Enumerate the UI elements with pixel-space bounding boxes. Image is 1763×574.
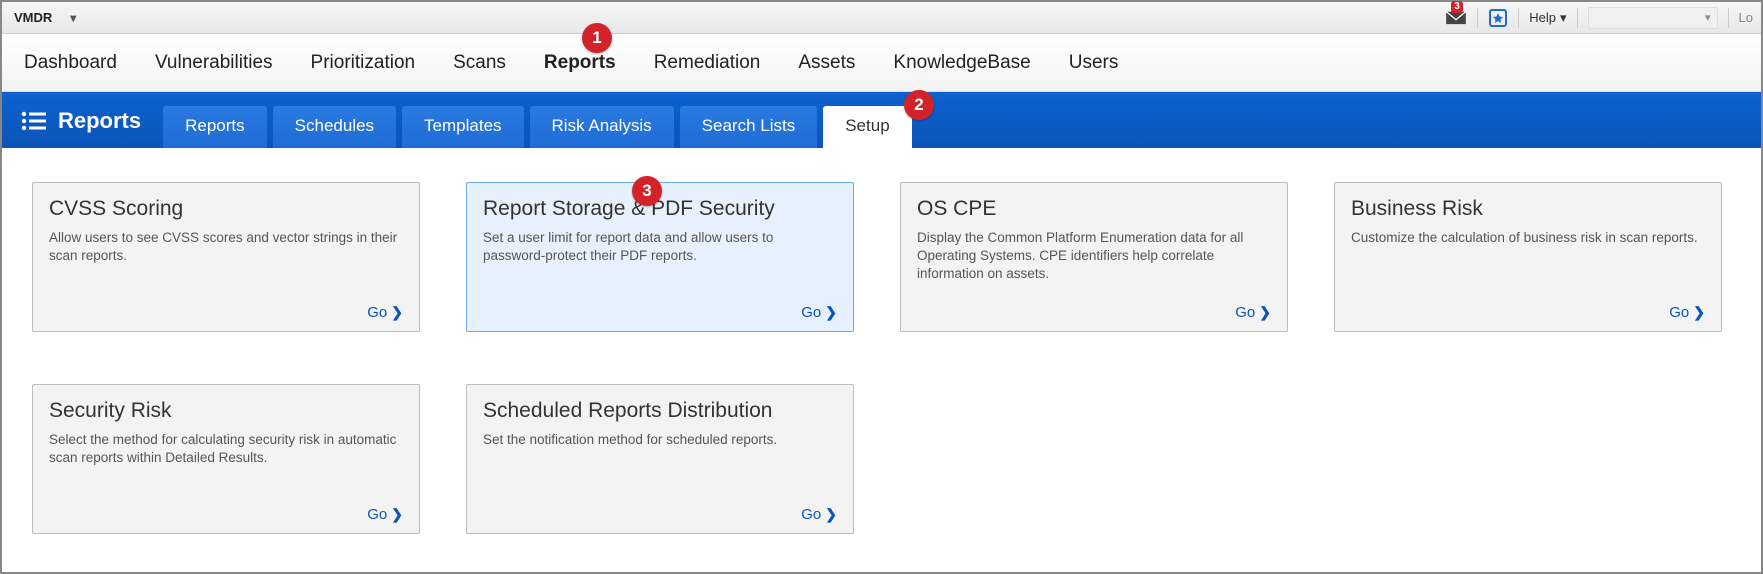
chevron-right-icon: ❯ — [825, 304, 837, 321]
tab-search-lists[interactable]: Search Lists — [680, 106, 818, 148]
tab-risk-analysis[interactable]: Risk Analysis — [530, 106, 674, 148]
card-title: Security Risk — [49, 399, 403, 423]
top-bar: VMDR ▾ 3 Help ▾ ▾ Lo — [2, 2, 1761, 34]
card-desc: Customize the calculation of business ri… — [1351, 229, 1705, 296]
nav-remediation[interactable]: Remediation — [654, 52, 761, 74]
card-cvss-scoring: CVSS Scoring Allow users to see CVSS sco… — [32, 182, 420, 332]
mail-badge: 3 — [1451, 1, 1463, 13]
sub-nav: Reports Reports Schedules Templates Risk… — [2, 92, 1761, 148]
chevron-down-icon: ▾ — [1705, 11, 1711, 24]
card-title: CVSS Scoring — [49, 197, 403, 221]
nav-scans[interactable]: Scans — [453, 52, 506, 74]
card-scheduled-reports-distribution: Scheduled Reports Distribution Set the n… — [466, 384, 854, 534]
tab-reports[interactable]: Reports — [163, 106, 267, 148]
card-desc: Allow users to see CVSS scores and vecto… — [49, 229, 403, 296]
callout-1: 1 — [582, 23, 612, 53]
chevron-right-icon: ❯ — [1693, 304, 1705, 321]
cards-grid: CVSS Scoring Allow users to see CVSS sco… — [2, 148, 1761, 568]
bookmark-icon[interactable] — [1488, 8, 1508, 28]
card-title: OS CPE — [917, 197, 1271, 221]
chevron-right-icon: ❯ — [825, 506, 837, 523]
card-security-risk: Security Risk Select the method for calc… — [32, 384, 420, 534]
go-link[interactable]: Go ❯ — [801, 506, 837, 523]
nav-reports[interactable]: Reports — [544, 52, 616, 74]
card-title: Business Risk — [1351, 197, 1705, 221]
card-desc: Display the Common Platform Enumeration … — [917, 229, 1271, 296]
go-link[interactable]: Go ❯ — [367, 304, 403, 321]
card-desc: Set the notification method for schedule… — [483, 431, 837, 498]
nav-assets[interactable]: Assets — [798, 52, 855, 74]
go-link[interactable]: Go ❯ — [1235, 304, 1271, 321]
tab-templates[interactable]: Templates — [402, 106, 523, 148]
user-menu[interactable]: ▾ — [1588, 7, 1718, 29]
card-business-risk: Business Risk Customize the calculation … — [1334, 182, 1722, 332]
chevron-down-icon: ▾ — [70, 11, 76, 25]
app-switcher[interactable]: VMDR ▾ — [10, 10, 80, 25]
mail-icon[interactable]: 3 — [1445, 9, 1467, 27]
help-menu[interactable]: Help ▾ — [1529, 10, 1566, 26]
nav-dashboard[interactable]: Dashboard — [24, 52, 117, 74]
chevron-right-icon: ❯ — [391, 304, 403, 321]
nav-users[interactable]: Users — [1069, 52, 1119, 74]
chevron-down-icon: ▾ — [1560, 10, 1567, 26]
app-name: VMDR — [14, 10, 52, 25]
chevron-right-icon: ❯ — [391, 506, 403, 523]
help-label: Help — [1529, 10, 1556, 25]
callout-2: 2 — [904, 90, 934, 120]
tab-schedules[interactable]: Schedules — [273, 106, 396, 148]
card-os-cpe: OS CPE Display the Common Platform Enume… — [900, 182, 1288, 332]
callout-3: 3 — [632, 176, 662, 206]
main-nav: Dashboard Vulnerabilities Prioritization… — [2, 34, 1761, 92]
card-desc: Set a user limit for report data and all… — [483, 229, 837, 296]
card-desc: Select the method for calculating securi… — [49, 431, 403, 498]
section-title: Reports — [58, 108, 141, 134]
card-title: Report Storage & PDF Security — [483, 197, 837, 221]
section-label: Reports — [20, 108, 157, 148]
go-link[interactable]: Go ❯ — [1669, 304, 1705, 321]
tab-setup[interactable]: Setup — [823, 106, 911, 148]
list-icon — [20, 110, 48, 132]
card-report-storage: Report Storage & PDF Security Set a user… — [466, 182, 854, 332]
go-link[interactable]: Go ❯ — [367, 506, 403, 523]
logout-link[interactable]: Lo — [1739, 10, 1753, 25]
go-link[interactable]: Go ❯ — [801, 304, 837, 321]
chevron-right-icon: ❯ — [1259, 304, 1271, 321]
card-title: Scheduled Reports Distribution — [483, 399, 837, 423]
nav-knowledgebase[interactable]: KnowledgeBase — [893, 52, 1030, 74]
nav-prioritization[interactable]: Prioritization — [311, 52, 416, 74]
nav-vulnerabilities[interactable]: Vulnerabilities — [155, 52, 273, 74]
